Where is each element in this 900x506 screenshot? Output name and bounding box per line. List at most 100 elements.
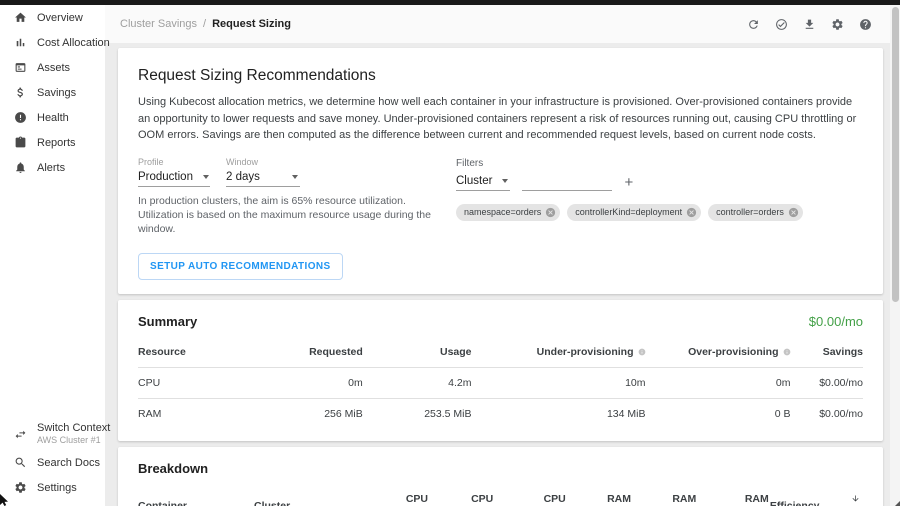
chevron-down-icon [502,179,508,183]
request-sizing-card: Request Sizing Recommendations Using Kub… [118,48,883,294]
summary-row-cpu: CPU 0m 4.2m 10m 0m $0.00/mo [138,367,863,398]
column-header-under-provisioning: Under-provisioning [472,339,646,367]
info-icon[interactable] [783,348,791,356]
profile-select[interactable]: Production [138,169,210,187]
sidebar-item-search-docs[interactable]: Search Docs [0,450,105,475]
page-title: Request Sizing Recommendations [138,67,863,85]
gear-icon[interactable] [831,18,844,31]
sort-descending-icon [851,494,860,503]
breadcrumb-separator: / [203,18,206,30]
column-header-label: Over-provisioning [688,346,778,358]
window-select-group: Window 2 days [226,157,300,187]
breakdown-card: Breakdown Container Cluster CPU usage CP… [118,447,883,506]
scrollbar-thumb[interactable] [892,7,899,302]
setup-auto-recommendations-button[interactable]: SETUP AUTO RECOMMENDATIONS [138,253,343,280]
clipboard-icon [14,136,27,149]
sidebar-item-label: Savings [37,87,76,99]
column-header-ram-request[interactable]: RAM request [631,486,696,506]
topbar-actions [747,18,872,31]
cell-resource: CPU [138,367,240,398]
column-header-cpu-usage[interactable]: CPU usage [370,486,428,506]
bar-chart-icon [14,36,27,49]
corner-artifact [895,501,900,506]
filter-value-input[interactable] [522,175,612,191]
column-header-savings-sort[interactable]: Savings [820,486,864,506]
cell-savings: $0.00/mo [791,398,864,429]
error-circle-icon [14,111,27,124]
sidebar-item-alerts[interactable]: Alerts [0,155,105,180]
sidebar-item-cost-allocation[interactable]: Cost Allocation [0,30,105,55]
page-description: Using Kubecost allocation metrics, we de… [138,94,863,144]
column-header-cluster: Cluster [254,486,370,506]
breadcrumb-parent[interactable]: Cluster Savings [120,18,197,30]
breakdown-title: Breakdown [138,461,208,476]
sidebar-nav: Overview Cost Allocation Assets Savings … [0,5,105,180]
sidebar-item-switch-context[interactable]: Switch Context AWS Cluster #1 [0,418,105,450]
swap-arrows-icon [14,428,27,441]
top-bar: Cluster Savings / Request Sizing [105,5,900,43]
add-filter-button[interactable]: + [624,175,633,191]
remove-chip-icon[interactable] [686,207,697,218]
filter-chips: namespace=orders controllerKind=deployme… [456,204,803,221]
breakdown-table: Container Cluster CPU usage CPU request … [138,486,863,506]
breadcrumb-current: Request Sizing [212,18,291,30]
column-header-over-provisioning: Over-provisioning [646,339,791,367]
column-header-ram-recommd[interactable]: RAM recomm'd [696,486,769,506]
remove-chip-icon[interactable] [545,207,556,218]
filters-label: Filters [456,158,803,169]
bell-icon [14,161,27,174]
help-icon[interactable] [859,18,872,31]
column-header-efficiency[interactable]: Efficiency [769,486,820,506]
filter-chip: controllerKind=deployment [567,204,701,221]
sidebar-item-savings[interactable]: Savings [0,80,105,105]
vertical-scrollbar[interactable] [890,5,900,506]
filter-chip-label: controller=orders [716,207,784,217]
window-top-strip [0,0,900,5]
cell-savings: $0.00/mo [791,367,864,398]
filter-type-select[interactable]: Cluster [456,173,510,191]
cell-over-provisioning: 0m [646,367,791,398]
sidebar-item-label: Health [37,112,69,124]
info-icon[interactable] [638,348,646,356]
summary-row-ram: RAM 256 MiB 253.5 MiB 134 MiB 0 B $0.00/… [138,398,863,429]
column-header-usage: Usage [363,339,472,367]
refresh-icon[interactable] [747,18,760,31]
remove-chip-icon[interactable] [788,207,799,218]
profile-note: In production clusters, the aim is 65% r… [138,194,432,237]
window-label: Window [226,157,300,167]
chevron-down-icon [203,175,209,179]
cell-resource: RAM [138,398,240,429]
home-icon [14,11,27,24]
filters-block: Filters Cluster + namespace=orders [456,157,803,281]
column-header-cpu-request[interactable]: CPU request [428,486,493,506]
column-header-requested: Requested [240,339,363,367]
main-area: Cluster Savings / Request Sizing Request… [105,5,900,506]
column-header-label: Under-provisioning [537,346,634,358]
page-content: Request Sizing Recommendations Using Kub… [105,43,900,506]
column-header-resource: Resource [138,339,240,367]
mouse-cursor [0,494,10,506]
check-circle-icon[interactable] [775,18,788,31]
sidebar-item-health[interactable]: Health [0,105,105,130]
sidebar-item-reports[interactable]: Reports [0,130,105,155]
sidebar-item-settings[interactable]: Settings [0,475,105,500]
dollar-icon [14,86,27,99]
current-context-label: AWS Cluster #1 [37,435,110,446]
column-header-ram-usage[interactable]: RAM usage [566,486,631,506]
summary-table: Resource Requested Usage Under-provision… [138,339,863,429]
download-icon[interactable] [803,18,816,31]
profile-label: Profile [138,157,210,167]
sidebar-item-label: Assets [37,62,70,74]
profile-select-group: Profile Production [138,157,210,187]
sidebar-item-overview[interactable]: Overview [0,5,105,30]
cell-requested: 0m [240,367,363,398]
profile-window-controls: Profile Production Window 2 days [138,157,456,281]
column-header-cpu-recommd[interactable]: CPU recomm'd [493,486,566,506]
filter-chip: namespace=orders [456,204,560,221]
web-asset-icon [14,61,27,74]
window-select[interactable]: 2 days [226,169,300,187]
column-header-savings: Savings [791,339,864,367]
summary-card: Summary $0.00/mo Resource Requested Usag… [118,300,883,441]
filter-type-value: Cluster [456,175,492,187]
sidebar-item-assets[interactable]: Assets [0,55,105,80]
